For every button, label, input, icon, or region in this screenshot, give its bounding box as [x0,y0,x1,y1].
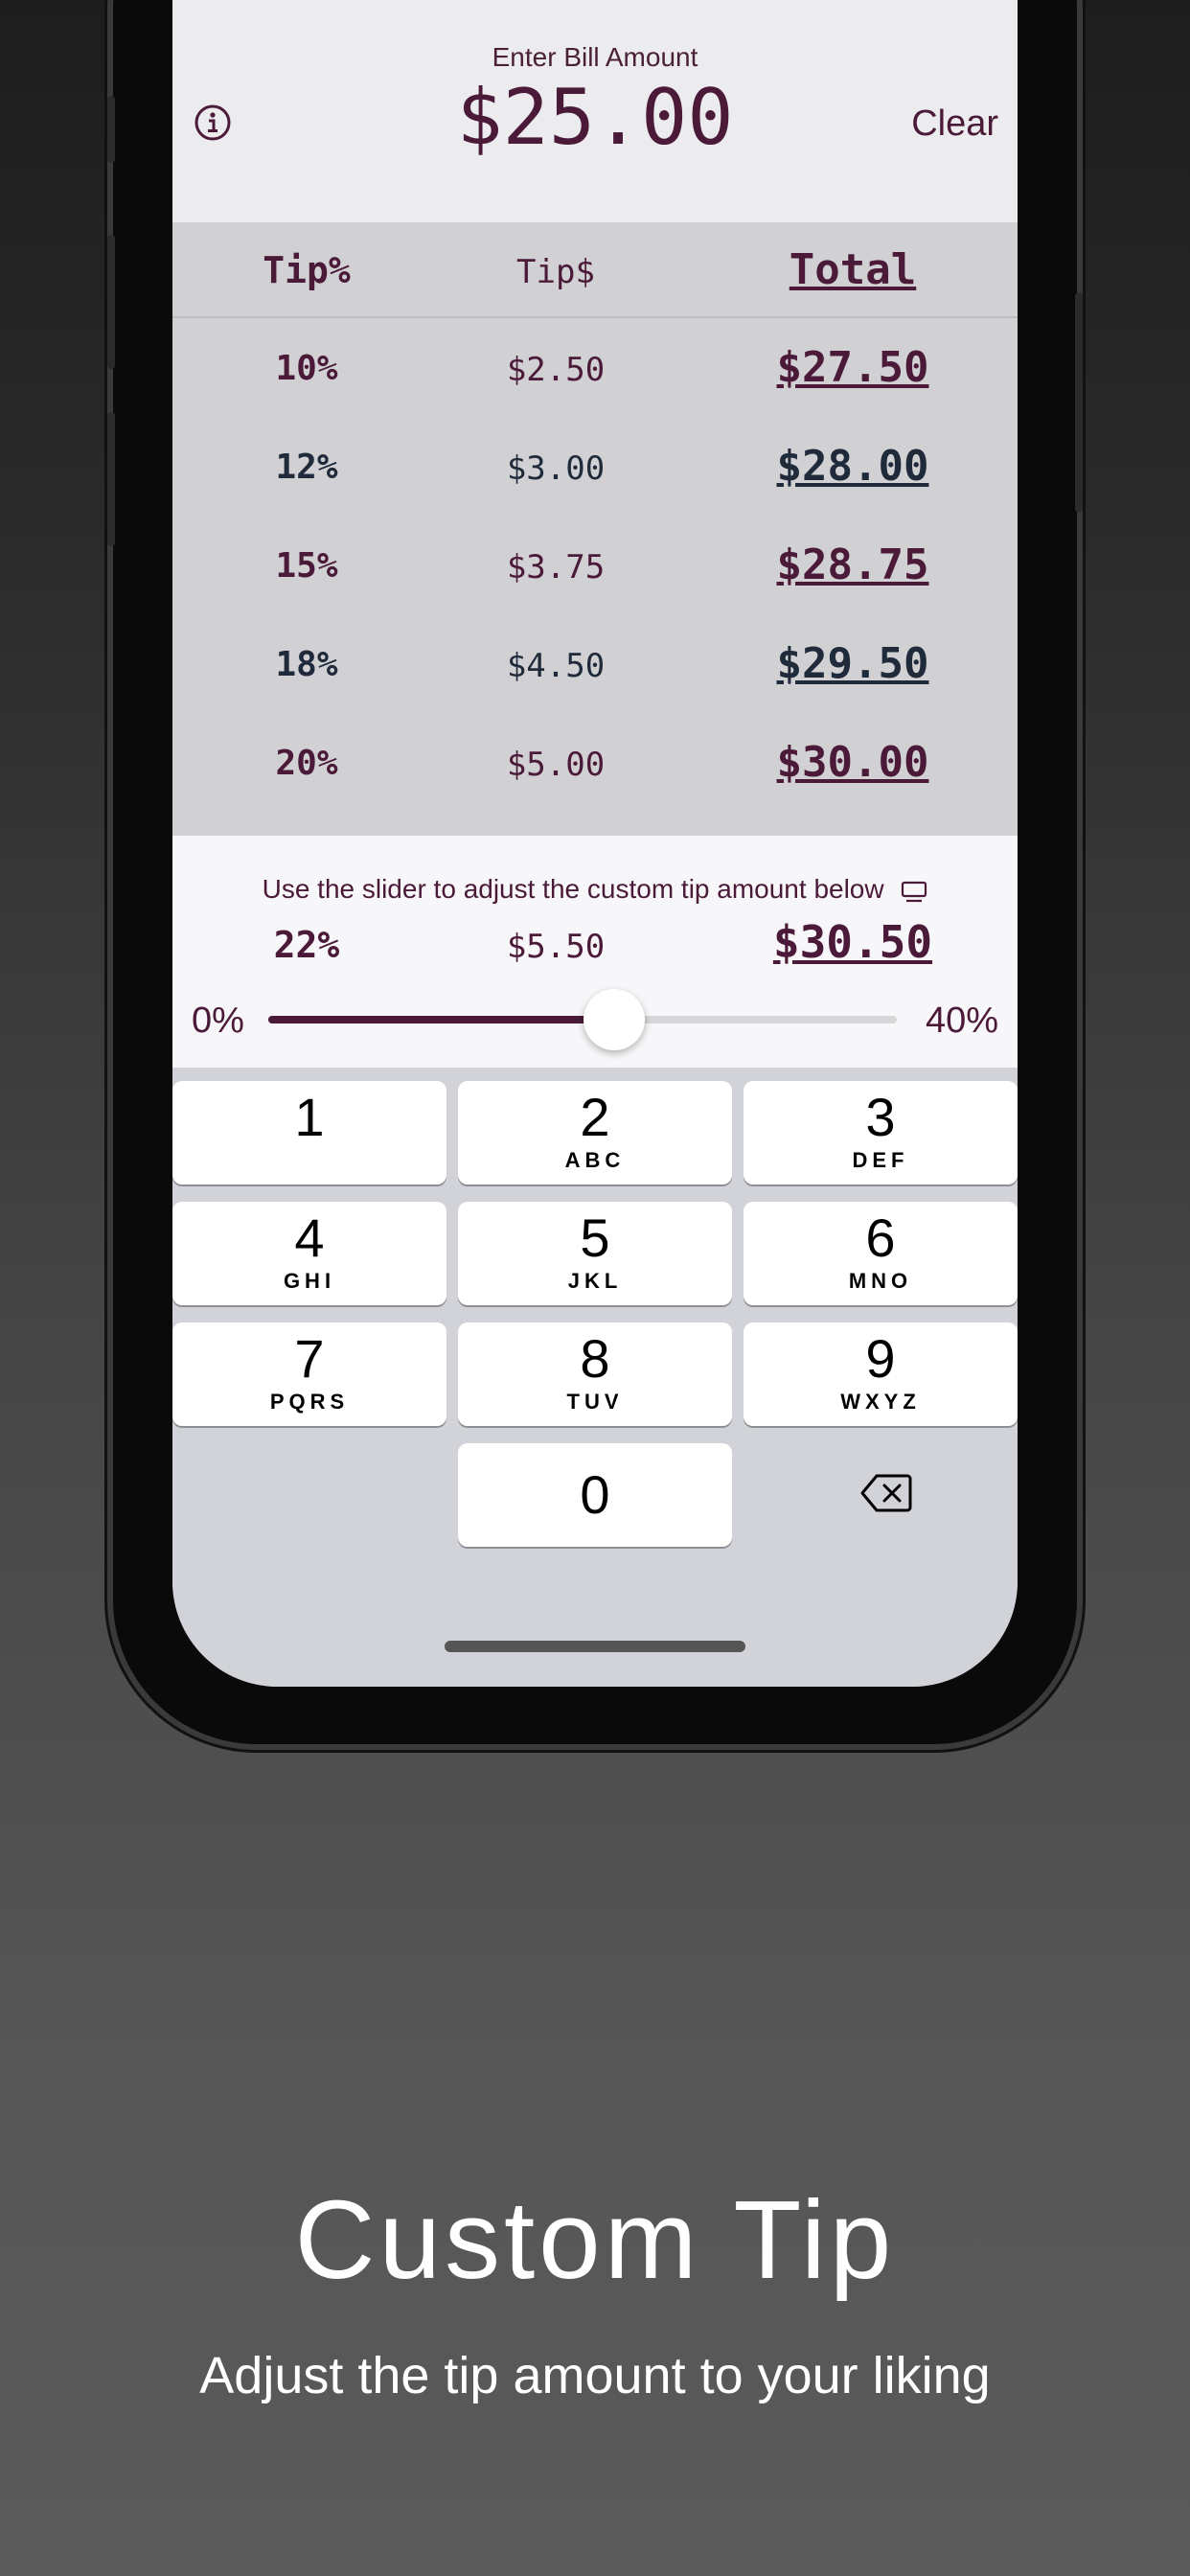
key-8[interactable]: 8 TUV [458,1322,732,1426]
key-7[interactable]: 7 PQRS [172,1322,446,1426]
row-tip-dollar: $3.00 [506,449,606,488]
backspace-icon [860,1474,912,1512]
custom-tip-dollar: $5.50 [506,928,606,966]
key-digit: 8 [580,1328,610,1389]
custom-tip-percent: 22% [273,924,340,966]
custom-tip-instructions: Use the slider to adjust the custom tip … [172,874,1018,905]
key-digit: 7 [294,1328,325,1389]
phone-side-button [107,96,115,163]
tip-slider-thumb[interactable] [583,989,645,1050]
row-tip-dollar: $3.75 [506,548,606,586]
key-digit: 6 [865,1208,896,1268]
header-tip-dollar: Tip$ [516,253,595,291]
key-2[interactable]: 2 ABC [458,1081,732,1184]
row-tip-percent: 15% [275,546,338,586]
key-5[interactable]: 5 JKL [458,1202,732,1305]
header-total[interactable]: Total [728,245,977,294]
phone-screen: Enter Bill Amount $25.00 Clear Tip% Tip$… [172,0,1018,1687]
custom-tip-panel: Use the slider to adjust the custom tip … [172,836,1018,1068]
key-letters: ABC [564,1148,626,1172]
key-letters: TUV [566,1390,624,1414]
caption-subtitle: Adjust the tip amount to your liking [199,2347,991,2404]
key-letters: WXYZ [840,1390,921,1414]
row-tip-dollar: $2.50 [506,351,606,389]
tip-table: Tip% Tip$ Total 10% $2.50 $27.50 12% $3.… [172,222,1018,836]
table-row[interactable]: 20% $5.00 $30.00 [172,713,1018,812]
row-total[interactable]: $27.50 [728,343,977,392]
key-letters: MNO [848,1269,913,1293]
row-tip-percent: 20% [275,744,338,783]
key-digit: 5 [580,1208,610,1268]
key-digit: 0 [580,1464,610,1525]
slider-min-label: 0% [192,1000,244,1041]
backspace-key[interactable] [744,1443,1018,1547]
key-1[interactable]: 1 [172,1081,446,1184]
row-tip-percent: 12% [275,448,338,487]
key-digit: 2 [580,1087,610,1147]
key-letters: PQRS [269,1390,350,1414]
key-letters: DEF [852,1148,909,1172]
key-letters: JKL [567,1269,623,1293]
row-tip-dollar: $5.00 [506,746,606,784]
key-0[interactable]: 0 [458,1443,732,1547]
number-keypad: 1 2 ABC 3 DEF 4 GHI 5 JKL 6 MNO 7 PQRS 8 [172,1068,1018,1687]
custom-tip-total[interactable]: $30.50 [728,916,977,968]
key-9[interactable]: 9 WXYZ [744,1322,1018,1426]
key-digit: 3 [865,1087,896,1147]
key-digit: 9 [865,1328,896,1389]
key-3[interactable]: 3 DEF [744,1081,1018,1184]
key-6[interactable]: 6 MNO [744,1202,1018,1305]
row-total[interactable]: $29.50 [728,639,977,688]
key-digit: 1 [294,1087,325,1147]
clear-button[interactable]: Clear [911,104,998,145]
phone-volume-down-button [107,412,115,546]
key-digit: 4 [294,1208,325,1268]
tip-slider[interactable] [268,989,897,1050]
phone-power-button [1075,292,1083,513]
key-letters: GHI [283,1269,336,1293]
table-row[interactable]: 15% $3.75 $28.75 [172,516,1018,614]
row-total[interactable]: $28.00 [728,442,977,491]
header-tip-percent: Tip% [263,249,351,291]
table-row[interactable]: 12% $3.00 $28.00 [172,417,1018,516]
bill-header: Enter Bill Amount $25.00 Clear [172,0,1018,222]
home-indicator [445,1641,745,1652]
key-4[interactable]: 4 GHI [172,1202,446,1305]
info-icon[interactable] [194,104,232,142]
bill-amount-display[interactable]: $25.00 [172,73,1018,162]
tip-table-header: Tip% Tip$ Total [172,222,1018,318]
phone-volume-up-button [107,235,115,369]
monitor-icon [901,880,927,903]
custom-tip-instructions-text: Use the slider to adjust the custom tip … [262,874,884,904]
row-tip-dollar: $4.50 [506,647,606,685]
bill-amount-label: Enter Bill Amount [492,42,698,72]
table-row[interactable]: 10% $2.50 $27.50 [172,318,1018,417]
row-total[interactable]: $30.00 [728,738,977,787]
row-total[interactable]: $28.75 [728,540,977,589]
table-row[interactable]: 18% $4.50 $29.50 [172,614,1018,713]
tip-slider-fill [268,1016,614,1024]
caption-title: Custom Tip [294,2177,896,2302]
row-tip-percent: 18% [275,645,338,684]
slider-max-label: 40% [925,1000,998,1041]
row-tip-percent: 10% [275,349,338,388]
